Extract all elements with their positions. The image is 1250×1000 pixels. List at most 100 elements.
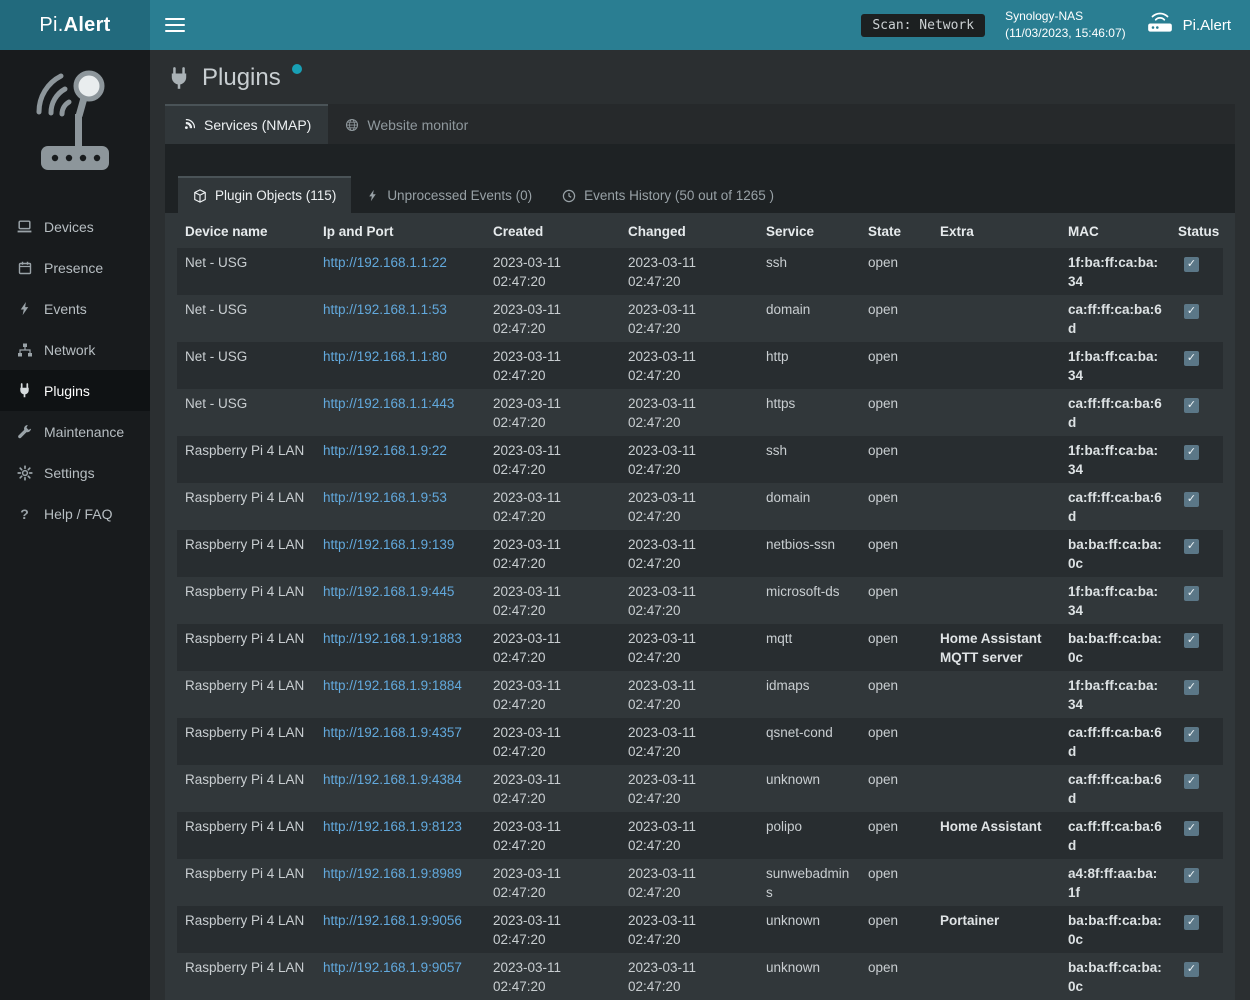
ip-port-link[interactable]: http://192.168.1.9:22 — [323, 443, 447, 458]
ip-port-link[interactable]: http://192.168.1.9:8123 — [323, 819, 462, 834]
ip-port-link[interactable]: http://192.168.1.9:9056 — [323, 913, 462, 928]
col-state[interactable]: State — [860, 215, 932, 248]
table-header-row: Device name Ip and Port Created Changed … — [177, 215, 1223, 248]
ip-port-link[interactable]: http://192.168.1.1:443 — [323, 396, 454, 411]
tab-label: Plugin Objects (115) — [215, 188, 336, 203]
cell-state: open — [860, 906, 932, 953]
status-checkbox[interactable] — [1184, 680, 1199, 695]
sidebar-item-settings[interactable]: Settings — [0, 452, 150, 493]
status-checkbox[interactable] — [1184, 351, 1199, 366]
app-logo[interactable]: Pi.Alert — [0, 0, 150, 50]
ip-port-link[interactable]: http://192.168.1.9:53 — [323, 490, 447, 505]
cell-created: 2023-03-11 02:47:20 — [485, 953, 620, 1000]
app-chip[interactable]: Pi.Alert — [1146, 12, 1235, 38]
cell-created: 2023-03-11 02:47:20 — [485, 530, 620, 577]
status-checkbox[interactable] — [1184, 727, 1199, 742]
status-checkbox[interactable] — [1184, 962, 1199, 977]
cell-created: 2023-03-11 02:47:20 — [485, 483, 620, 530]
plug-icon — [16, 382, 33, 399]
sidebar-item-presence[interactable]: Presence — [0, 247, 150, 288]
table-row: Raspberry Pi 4 LAN http://192.168.1.9:18… — [177, 671, 1223, 718]
sidebar-item-events[interactable]: Events — [0, 288, 150, 329]
sidebar-toggle-icon[interactable] — [165, 18, 185, 32]
status-checkbox[interactable] — [1184, 257, 1199, 272]
sidebar-item-devices[interactable]: Devices — [0, 206, 150, 247]
cell-ip-and-port: http://192.168.1.9:8989 — [315, 859, 485, 906]
tab-events-history[interactable]: Events History (50 out of 1265 ) — [547, 176, 789, 213]
cell-extra — [932, 671, 1060, 718]
table-row: Raspberry Pi 4 LAN http://192.168.1.9:43… — [177, 765, 1223, 812]
table-row: Raspberry Pi 4 LAN http://192.168.1.9:53… — [177, 483, 1223, 530]
status-checkbox[interactable] — [1184, 398, 1199, 413]
ip-port-link[interactable]: http://192.168.1.1:80 — [323, 349, 447, 364]
cell-mac: ba:ba:ff:ca:ba:0c — [1060, 906, 1170, 953]
ip-port-link[interactable]: http://192.168.1.9:4384 — [323, 772, 462, 787]
col-service[interactable]: Service — [758, 215, 860, 248]
tab-plugin-objects[interactable]: Plugin Objects (115) — [178, 176, 351, 213]
sidebar-item-label: Network — [44, 342, 95, 358]
status-checkbox[interactable] — [1184, 445, 1199, 460]
col-created[interactable]: Created — [485, 215, 620, 248]
tab-unprocessed-events[interactable]: Unprocessed Events (0) — [351, 176, 547, 213]
cell-service: polipo — [758, 812, 860, 859]
col-ip-and-port[interactable]: Ip and Port — [315, 215, 485, 248]
status-checkbox[interactable] — [1184, 539, 1199, 554]
sidebar-item-help-faq[interactable]: ? Help / FAQ — [0, 493, 150, 534]
cell-extra — [932, 483, 1060, 530]
cell-ip-and-port: http://192.168.1.9:139 — [315, 530, 485, 577]
status-checkbox[interactable] — [1184, 633, 1199, 648]
status-checkbox[interactable] — [1184, 868, 1199, 883]
col-status[interactable]: Status — [1170, 215, 1223, 248]
cell-ip-and-port: http://192.168.1.1:53 — [315, 295, 485, 342]
cell-created: 2023-03-11 02:47:20 — [485, 342, 620, 389]
col-changed[interactable]: Changed — [620, 215, 758, 248]
ip-port-link[interactable]: http://192.168.1.9:139 — [323, 537, 454, 552]
cell-changed: 2023-03-11 02:47:20 — [620, 295, 758, 342]
cell-device-name: Raspberry Pi 4 LAN — [177, 483, 315, 530]
cell-state: open — [860, 295, 932, 342]
sidebar-item-maintenance[interactable]: Maintenance — [0, 411, 150, 452]
cell-status — [1170, 248, 1223, 295]
col-device-name[interactable]: Device name — [177, 215, 315, 248]
tab-label: Unprocessed Events (0) — [387, 188, 532, 203]
ip-port-link[interactable]: http://192.168.1.9:1884 — [323, 678, 462, 693]
cell-extra — [932, 389, 1060, 436]
ip-port-link[interactable]: http://192.168.1.1:53 — [323, 302, 447, 317]
status-checkbox[interactable] — [1184, 304, 1199, 319]
col-mac[interactable]: MAC — [1060, 215, 1170, 248]
cell-extra — [932, 765, 1060, 812]
sidebar-item-plugins[interactable]: Plugins — [0, 370, 150, 411]
cube-icon — [193, 189, 207, 203]
tab-services-nmap[interactable]: Services (NMAP) — [165, 104, 328, 144]
sidebar-item-network[interactable]: Network — [0, 329, 150, 370]
ip-port-link[interactable]: http://192.168.1.9:4357 — [323, 725, 462, 740]
status-checkbox[interactable] — [1184, 915, 1199, 930]
table-row: Raspberry Pi 4 LAN http://192.168.1.9:90… — [177, 953, 1223, 1000]
cell-changed: 2023-03-11 02:47:20 — [620, 859, 758, 906]
table-row: Raspberry Pi 4 LAN http://192.168.1.9:81… — [177, 812, 1223, 859]
ip-port-link[interactable]: http://192.168.1.9:1883 — [323, 631, 462, 646]
tab-website-monitor[interactable]: Website monitor — [328, 104, 485, 144]
col-extra[interactable]: Extra — [932, 215, 1060, 248]
cell-extra — [932, 295, 1060, 342]
ip-port-link[interactable]: http://192.168.1.9:9057 — [323, 960, 462, 975]
cell-state: open — [860, 953, 932, 1000]
cell-mac: 1f:ba:ff:ca:ba:34 — [1060, 577, 1170, 624]
cell-device-name: Raspberry Pi 4 LAN — [177, 718, 315, 765]
top-navbar: Pi.Alert Scan: Network Synology-NAS (11/… — [0, 0, 1250, 50]
sidebar-item-label: Devices — [44, 219, 94, 235]
cell-created: 2023-03-11 02:47:20 — [485, 906, 620, 953]
status-checkbox[interactable] — [1184, 492, 1199, 507]
cell-state: open — [860, 248, 932, 295]
status-checkbox[interactable] — [1184, 774, 1199, 789]
cell-device-name: Raspberry Pi 4 LAN — [177, 906, 315, 953]
status-checkbox[interactable] — [1184, 821, 1199, 836]
sidebar-item-label: Plugins — [44, 383, 90, 399]
ip-port-link[interactable]: http://192.168.1.1:22 — [323, 255, 447, 270]
ip-port-link[interactable]: http://192.168.1.9:445 — [323, 584, 454, 599]
sidebar-item-label: Settings — [44, 465, 95, 481]
cell-changed: 2023-03-11 02:47:20 — [620, 248, 758, 295]
ip-port-link[interactable]: http://192.168.1.9:8989 — [323, 866, 462, 881]
cell-status — [1170, 953, 1223, 1000]
status-checkbox[interactable] — [1184, 586, 1199, 601]
